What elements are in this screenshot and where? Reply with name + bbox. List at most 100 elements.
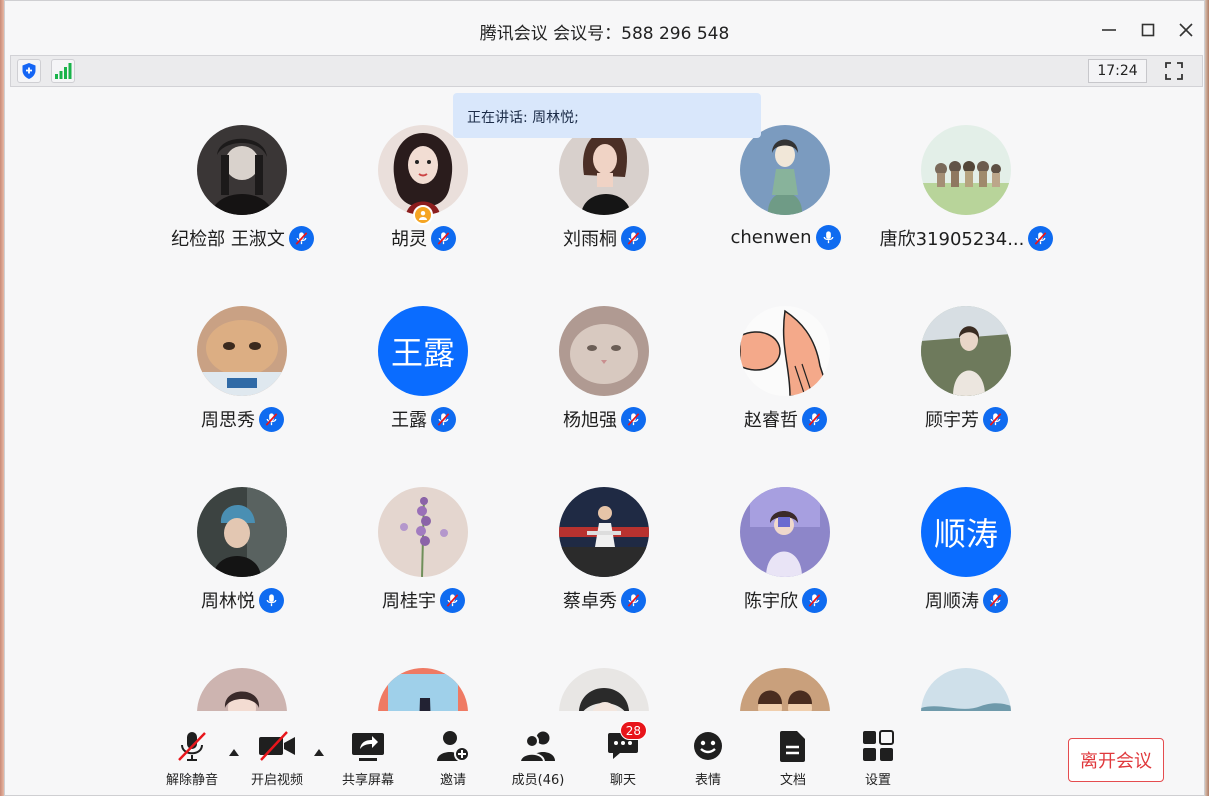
avatar — [740, 487, 830, 577]
mic-muted-icon — [802, 587, 827, 613]
members-button[interactable]: 成员(46) — [503, 727, 573, 793]
avatar — [559, 125, 649, 215]
participant-tile[interactable]: 周思秀 — [152, 306, 333, 456]
mic-muted-icon — [621, 587, 646, 613]
share-screen-label: 共享屏幕 — [341, 773, 394, 788]
participant-name: 周桂宇 — [382, 591, 436, 612]
close-button[interactable] — [1173, 17, 1199, 43]
participant-tile[interactable]: 陈宇欣 — [695, 487, 876, 637]
invite-label: 邀请 — [439, 773, 466, 788]
close-icon — [1179, 23, 1193, 37]
meeting-info-bar: 17:24 — [10, 55, 1203, 87]
start-video-button[interactable]: 开启视频 — [242, 727, 312, 793]
members-label: 成员(46) — [511, 773, 565, 788]
avatar — [378, 668, 468, 711]
participant-tile[interactable] — [876, 668, 1057, 711]
participant-tile[interactable]: 周林悦 — [152, 487, 333, 637]
document-icon — [780, 731, 805, 762]
network-status-button[interactable] — [51, 59, 75, 83]
invite-button[interactable]: 邀请 — [418, 727, 488, 793]
video-options-caret[interactable] — [312, 745, 326, 759]
signal-icon — [55, 63, 72, 79]
maximize-button[interactable] — [1135, 17, 1161, 43]
mic-muted-icon — [1028, 225, 1054, 251]
fullscreen-button[interactable] — [1161, 59, 1187, 83]
participant-name: chenwen — [730, 227, 812, 248]
shield-icon — [22, 63, 36, 79]
participant-name: 周顺涛 — [925, 591, 979, 612]
participant-tile[interactable]: 纪检部 王淑文 — [152, 125, 333, 275]
chat-button[interactable]: 28 聊天 — [588, 721, 658, 793]
mic-muted-icon — [802, 406, 827, 432]
participant-tile[interactable]: 胡灵 — [333, 125, 514, 275]
participant-tile[interactable]: chenwen — [695, 125, 876, 275]
avatar — [921, 306, 1011, 396]
avatar — [740, 306, 830, 396]
avatar — [197, 306, 287, 396]
grid-settings-icon — [863, 730, 894, 761]
mic-muted-icon — [983, 406, 1008, 432]
microphone-muted-icon — [178, 732, 206, 761]
avatar — [559, 668, 649, 711]
user-icon — [419, 211, 427, 220]
participant-name: 陈宇欣 — [744, 591, 798, 612]
participant-tile[interactable]: 唐欣31905234... — [876, 125, 1057, 275]
participant-name: 周思秀 — [201, 410, 255, 431]
minimize-button[interactable] — [1096, 17, 1122, 43]
mic-muted-icon — [621, 406, 646, 432]
participant-tile[interactable]: 顺涛 周顺涛 — [876, 487, 1057, 637]
meeting-window: 腾讯会议 会议号：588 296 548 17:24 正在讲话: 周林悦; 纪检… — [4, 0, 1205, 796]
avatar: 王露 — [378, 306, 468, 396]
participant-name: 王露 — [391, 410, 427, 431]
participant-tile[interactable]: 杨旭强 — [514, 306, 695, 456]
mic-muted-icon — [440, 587, 465, 613]
participant-tile[interactable]: 蔡卓秀 — [514, 487, 695, 637]
avatar — [740, 668, 830, 711]
settings-label: 设置 — [864, 773, 891, 788]
avatar — [197, 125, 287, 215]
participant-name-row: 周顺涛 — [856, 587, 1077, 613]
start-video-label: 开启视频 — [250, 773, 303, 788]
audio-options-caret[interactable] — [227, 745, 241, 759]
avatar — [559, 306, 649, 396]
unmute-button[interactable]: 解除静音 — [157, 727, 227, 793]
leave-meeting-button[interactable]: 离开会议 — [1068, 738, 1164, 782]
reactions-button[interactable]: 表情 — [673, 727, 743, 793]
avatar — [921, 125, 1011, 215]
settings-button[interactable]: 设置 — [843, 727, 913, 793]
participant-tile[interactable]: 赵睿哲 — [695, 306, 876, 456]
meeting-duration: 17:24 — [1088, 59, 1147, 83]
security-button[interactable] — [17, 59, 41, 83]
documents-button[interactable]: 文档 — [758, 727, 828, 793]
participant-name-row: 顾宇芳 — [856, 406, 1077, 432]
unmute-label: 解除静音 — [165, 773, 218, 788]
participant-tile[interactable]: 刘雨桐 — [514, 125, 695, 275]
mic-muted-icon — [431, 406, 456, 432]
mic-on-icon — [815, 225, 841, 250]
participant-name: 纪检部 王淑文 — [171, 229, 285, 250]
avatar — [378, 487, 468, 577]
reactions-label: 表情 — [694, 773, 721, 788]
participant-tile[interactable] — [333, 668, 514, 711]
participant-tile[interactable]: 顾宇芳 — [876, 306, 1057, 456]
mic-muted-icon — [431, 225, 456, 251]
avatar — [921, 668, 1011, 711]
minimize-icon — [1102, 29, 1116, 31]
avatar — [197, 487, 287, 577]
participant-tile[interactable] — [514, 668, 695, 711]
participant-tile[interactable]: 王露 王露 — [333, 306, 514, 456]
participant-tile[interactable] — [695, 668, 876, 711]
video-camera-off-icon — [259, 731, 295, 761]
title-bar: 腾讯会议 会议号：588 296 548 — [5, 1, 1204, 55]
host-badge — [413, 205, 433, 225]
participant-tile[interactable] — [152, 668, 333, 711]
documents-label: 文档 — [779, 773, 806, 788]
mic-muted-icon — [259, 406, 284, 432]
participant-name: 周林悦 — [201, 591, 255, 612]
participant-name: 杨旭强 — [563, 410, 617, 431]
share-screen-button[interactable]: 共享屏幕 — [333, 727, 403, 793]
participant-name: 胡灵 — [391, 229, 427, 250]
mic-on-icon — [259, 587, 284, 613]
participant-tile[interactable]: 周桂宇 — [333, 487, 514, 637]
participant-name-row: 唐欣31905234... — [856, 225, 1077, 251]
